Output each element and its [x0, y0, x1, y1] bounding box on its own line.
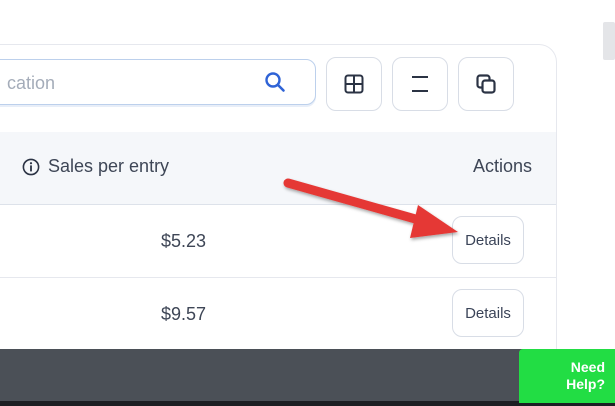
- search-input[interactable]: cation: [0, 59, 316, 105]
- columns-button[interactable]: [326, 57, 382, 111]
- sales-cell: $5.23: [160, 231, 206, 251]
- details-button[interactable]: Details: [452, 289, 524, 337]
- copy-button[interactable]: [458, 57, 514, 111]
- column-header-sales[interactable]: Sales per entry: [22, 156, 169, 177]
- column-header-sales-label: Sales per entry: [48, 156, 170, 176]
- scrollbar-thumb[interactable]: [603, 22, 615, 60]
- table-row: $9.57 Details: [0, 278, 556, 351]
- help-label-line1: Need: [570, 359, 605, 375]
- info-icon[interactable]: [22, 158, 40, 176]
- table-toolbar: cation: [0, 45, 556, 131]
- page: cation Sales per entry Actions $5.23 Det…: [0, 0, 615, 406]
- table-columns-icon: [344, 74, 364, 94]
- density-icon: [412, 76, 428, 92]
- table-header: Sales per entry Actions: [0, 132, 556, 205]
- search-icon[interactable]: [263, 70, 287, 94]
- table-row: $5.23 Details: [0, 205, 556, 278]
- help-label-line2: Help?: [566, 376, 605, 392]
- copy-icon: [476, 74, 496, 94]
- need-help-button[interactable]: Need Help?: [519, 349, 615, 403]
- column-header-actions: Actions: [472, 156, 532, 176]
- details-button[interactable]: Details: [452, 216, 524, 264]
- search-placeholder: cation: [7, 73, 56, 93]
- sales-cell: $9.57: [160, 304, 206, 324]
- density-button[interactable]: [392, 57, 448, 111]
- data-table-card: cation Sales per entry Actions $5.23 Det…: [0, 44, 557, 386]
